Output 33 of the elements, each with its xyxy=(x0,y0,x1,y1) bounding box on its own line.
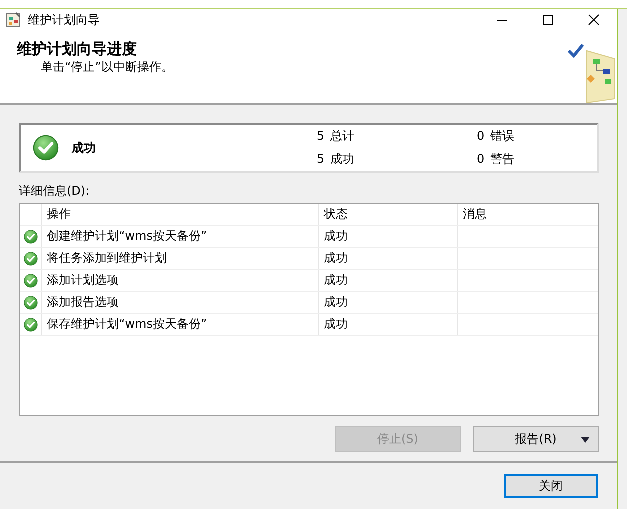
table-cell: 创建维护计划“wms按天备份” xyxy=(42,226,319,247)
wizard-icon xyxy=(6,12,22,28)
report-button[interactable]: 报告(R) xyxy=(473,426,599,452)
count-value: 0 xyxy=(477,152,485,166)
table-cell: 成功 xyxy=(319,270,458,291)
caret-icon xyxy=(581,437,590,443)
table-cell: 成功 xyxy=(319,314,458,335)
table-cell: 添加报告选项 xyxy=(42,292,319,313)
window-title: 维护计划向导 xyxy=(28,12,100,28)
close-icon xyxy=(588,14,600,26)
maximize-icon xyxy=(542,14,554,26)
success-icon xyxy=(33,135,59,161)
page-title: 维护计划向导进度 xyxy=(17,40,138,59)
table-cell: 成功 xyxy=(319,248,458,269)
table-cell: 成功 xyxy=(319,292,458,313)
count-label: 成功 xyxy=(330,151,355,168)
page-subtitle: 单击“停止”以中断操作。 xyxy=(40,59,174,76)
table-cell: 成功 xyxy=(319,226,458,247)
column-header[interactable]: 状态 xyxy=(319,204,458,225)
details-label: 详细信息(D): xyxy=(19,183,91,200)
table-cell: 将任务添加到维护计划 xyxy=(42,248,319,269)
count-label: 警告 xyxy=(490,151,515,168)
column-header[interactable]: 操作 xyxy=(42,204,319,225)
count-value: 0 xyxy=(477,129,485,143)
table-cell: 保存维护计划“wms按天备份” xyxy=(42,314,319,335)
count-value: 5 xyxy=(317,152,325,166)
count-label: 总计 xyxy=(330,128,355,145)
close-dialog-button[interactable]: 关闭 xyxy=(504,474,598,498)
table-cell: 添加计划选项 xyxy=(42,270,319,291)
status-text: 成功 xyxy=(72,140,96,156)
column-header[interactable]: 消息 xyxy=(458,204,598,225)
count-value: 5 xyxy=(317,129,325,143)
count-label: 错误 xyxy=(490,128,515,145)
